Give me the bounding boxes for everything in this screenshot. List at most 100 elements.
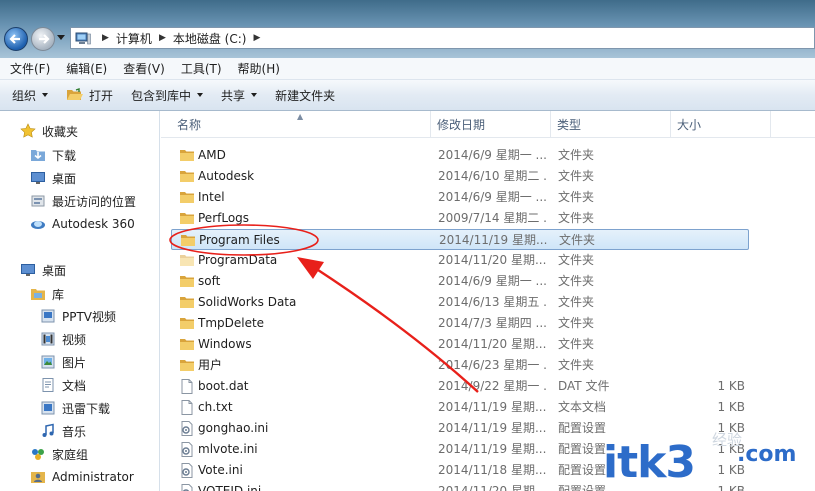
file-row[interactable]: ch.txt 2014/11/19 星期... 文本文档 1 KB	[171, 397, 749, 418]
menu-file[interactable]: 文件(F)	[10, 60, 50, 77]
nav-thunder-downloads[interactable]: 迅雷下载	[40, 397, 110, 419]
file-name: 用户	[198, 358, 223, 372]
file-row[interactable]: AMD 2014/6/9 星期一 ... 文件夹	[171, 145, 749, 166]
menu-tools[interactable]: 工具(T)	[181, 60, 222, 77]
nav-homegroup[interactable]: 家庭组	[30, 443, 88, 465]
back-button[interactable]	[4, 27, 28, 51]
organize-button[interactable]: 组织	[12, 87, 49, 104]
nav-label: 图片	[62, 355, 87, 370]
breadcrumb-local-disk[interactable]: 本地磁盘 (C:)	[173, 30, 247, 47]
address-separator[interactable]: ▶	[253, 33, 260, 43]
nav-label: 下载	[52, 148, 77, 163]
column-header-date[interactable]: 修改日期	[431, 111, 551, 138]
nav-administrator[interactable]: Administrator	[30, 466, 134, 488]
nav-autodesk-360[interactable]: Autodesk 360	[30, 213, 135, 235]
file-name: VOTEID.ini	[198, 484, 262, 491]
nav-desktop[interactable]: 桌面	[30, 167, 76, 189]
recent-pages-dropdown[interactable]	[57, 35, 65, 40]
file-row[interactable]: 用户 2014/6/23 星期一 ... 文件夹	[171, 355, 749, 376]
nav-desktop-root[interactable]: 桌面	[20, 259, 66, 281]
file-row[interactable]: Autodesk 2014/6/10 星期二 ... 文件夹	[171, 166, 749, 187]
breadcrumb-computer[interactable]: 计算机	[116, 30, 152, 47]
file-name: ProgramData	[198, 253, 278, 267]
forward-button[interactable]	[31, 27, 55, 51]
file-date: 2014/11/18 星期...	[438, 463, 547, 477]
library-icon	[31, 289, 45, 300]
file-type: 文件夹	[558, 169, 595, 183]
nav-label: 文档	[62, 378, 87, 393]
folder-icon	[180, 192, 194, 203]
chevron-down-icon	[42, 93, 49, 97]
nav-favorites[interactable]: 收藏夹	[20, 120, 78, 142]
column-header-type[interactable]: 类型	[551, 111, 671, 138]
share-button[interactable]: 共享	[221, 87, 258, 104]
file-date: 2014/6/9 星期一 ...	[438, 190, 547, 204]
file-row[interactable]: soft 2014/6/9 星期一 ... 文件夹	[171, 271, 749, 292]
share-label: 共享	[221, 88, 246, 103]
recent-places-icon	[31, 195, 45, 207]
file-type: 文件夹	[558, 358, 595, 372]
autodesk-360-icon	[31, 221, 45, 229]
download-folder-icon	[31, 150, 45, 161]
file-row[interactable]: PerfLogs 2009/7/14 星期二 ... 文件夹	[171, 208, 749, 229]
column-header-name[interactable]: 名称	[171, 111, 431, 138]
folder-icon	[180, 171, 194, 182]
column-header-size[interactable]: 大小	[671, 111, 771, 138]
file-type: 文本文档	[558, 400, 607, 414]
include-library-label: 包含到库中	[131, 88, 192, 103]
file-icon	[181, 379, 193, 394]
file-type: 文件夹	[558, 190, 595, 204]
folder-icon	[181, 235, 195, 246]
nav-pictures[interactable]: 图片	[40, 351, 86, 373]
nav-label: 迅雷下载	[62, 401, 111, 416]
file-date: 2014/11/19 星期...	[439, 233, 548, 247]
file-row[interactable]: ProgramData 2014/11/20 星期... 文件夹	[171, 250, 749, 271]
file-type: 文件夹	[559, 233, 596, 247]
file-date: 2014/11/20 星期...	[438, 337, 547, 351]
file-row[interactable]: Program Files 2014/11/19 星期... 文件夹	[171, 229, 749, 250]
file-type: 文件夹	[558, 295, 595, 309]
file-type: 文件夹	[558, 316, 595, 330]
nav-label: 视频	[62, 332, 87, 347]
file-date: 2014/11/19 星期...	[438, 421, 547, 435]
file-row[interactable]: Intel 2014/6/9 星期一 ... 文件夹	[171, 187, 749, 208]
nav-downloads[interactable]: 下载	[30, 144, 76, 166]
title-bar: ▶ 计算机 ▶ 本地磁盘 (C:) ▶	[0, 0, 815, 58]
settings-file-icon	[181, 421, 193, 436]
open-button[interactable]: 打开	[66, 87, 113, 104]
file-type: 文件夹	[558, 337, 595, 351]
nav-documents[interactable]: 文档	[40, 374, 86, 396]
file-size: 1 KB	[717, 379, 745, 393]
file-row[interactable]: SolidWorks Data 2014/6/13 星期五 ... 文件夹	[171, 292, 749, 313]
file-size	[681, 250, 745, 271]
new-folder-button[interactable]: 新建文件夹	[275, 87, 335, 104]
library-folder-icon	[41, 309, 55, 323]
video-library-icon	[41, 332, 55, 346]
menu-edit[interactable]: 编辑(E)	[66, 60, 107, 77]
menu-view[interactable]: 查看(V)	[123, 60, 165, 77]
file-type: 文件夹	[558, 211, 595, 225]
folder-icon	[180, 213, 194, 224]
settings-file-icon	[181, 463, 193, 478]
file-row[interactable]: Windows 2014/11/20 星期... 文件夹	[171, 334, 749, 355]
nav-label: 家庭组	[52, 447, 89, 462]
file-size	[681, 208, 745, 229]
nav-music[interactable]: 音乐	[40, 420, 86, 442]
folder-icon	[180, 150, 194, 161]
menu-help[interactable]: 帮助(H)	[238, 60, 280, 77]
nav-recent-places[interactable]: 最近访问的位置	[30, 190, 136, 212]
file-row[interactable]: boot.dat 2014/9/22 星期一 ... DAT 文件 1 KB	[171, 376, 749, 397]
watermark-site: .com	[737, 442, 797, 467]
nav-libraries[interactable]: 库	[30, 283, 64, 305]
chevron-down-icon	[251, 93, 258, 97]
nav-videos[interactable]: 视频	[40, 328, 86, 350]
file-row[interactable]: TmpDelete 2014/7/3 星期四 ... 文件夹	[171, 313, 749, 334]
address-bar[interactable]: ▶ 计算机 ▶ 本地磁盘 (C:) ▶	[70, 27, 815, 49]
nav-pptv[interactable]: PPTV视频	[40, 305, 116, 327]
address-separator[interactable]: ▶	[102, 33, 109, 43]
address-separator[interactable]: ▶	[159, 33, 166, 43]
include-in-library-button[interactable]: 包含到库中	[131, 87, 204, 104]
nav-label: Administrator	[52, 470, 134, 484]
open-label: 打开	[89, 88, 114, 103]
file-row[interactable]: gonghao.ini 2014/11/19 星期... 配置设置 1 KB	[171, 418, 749, 439]
